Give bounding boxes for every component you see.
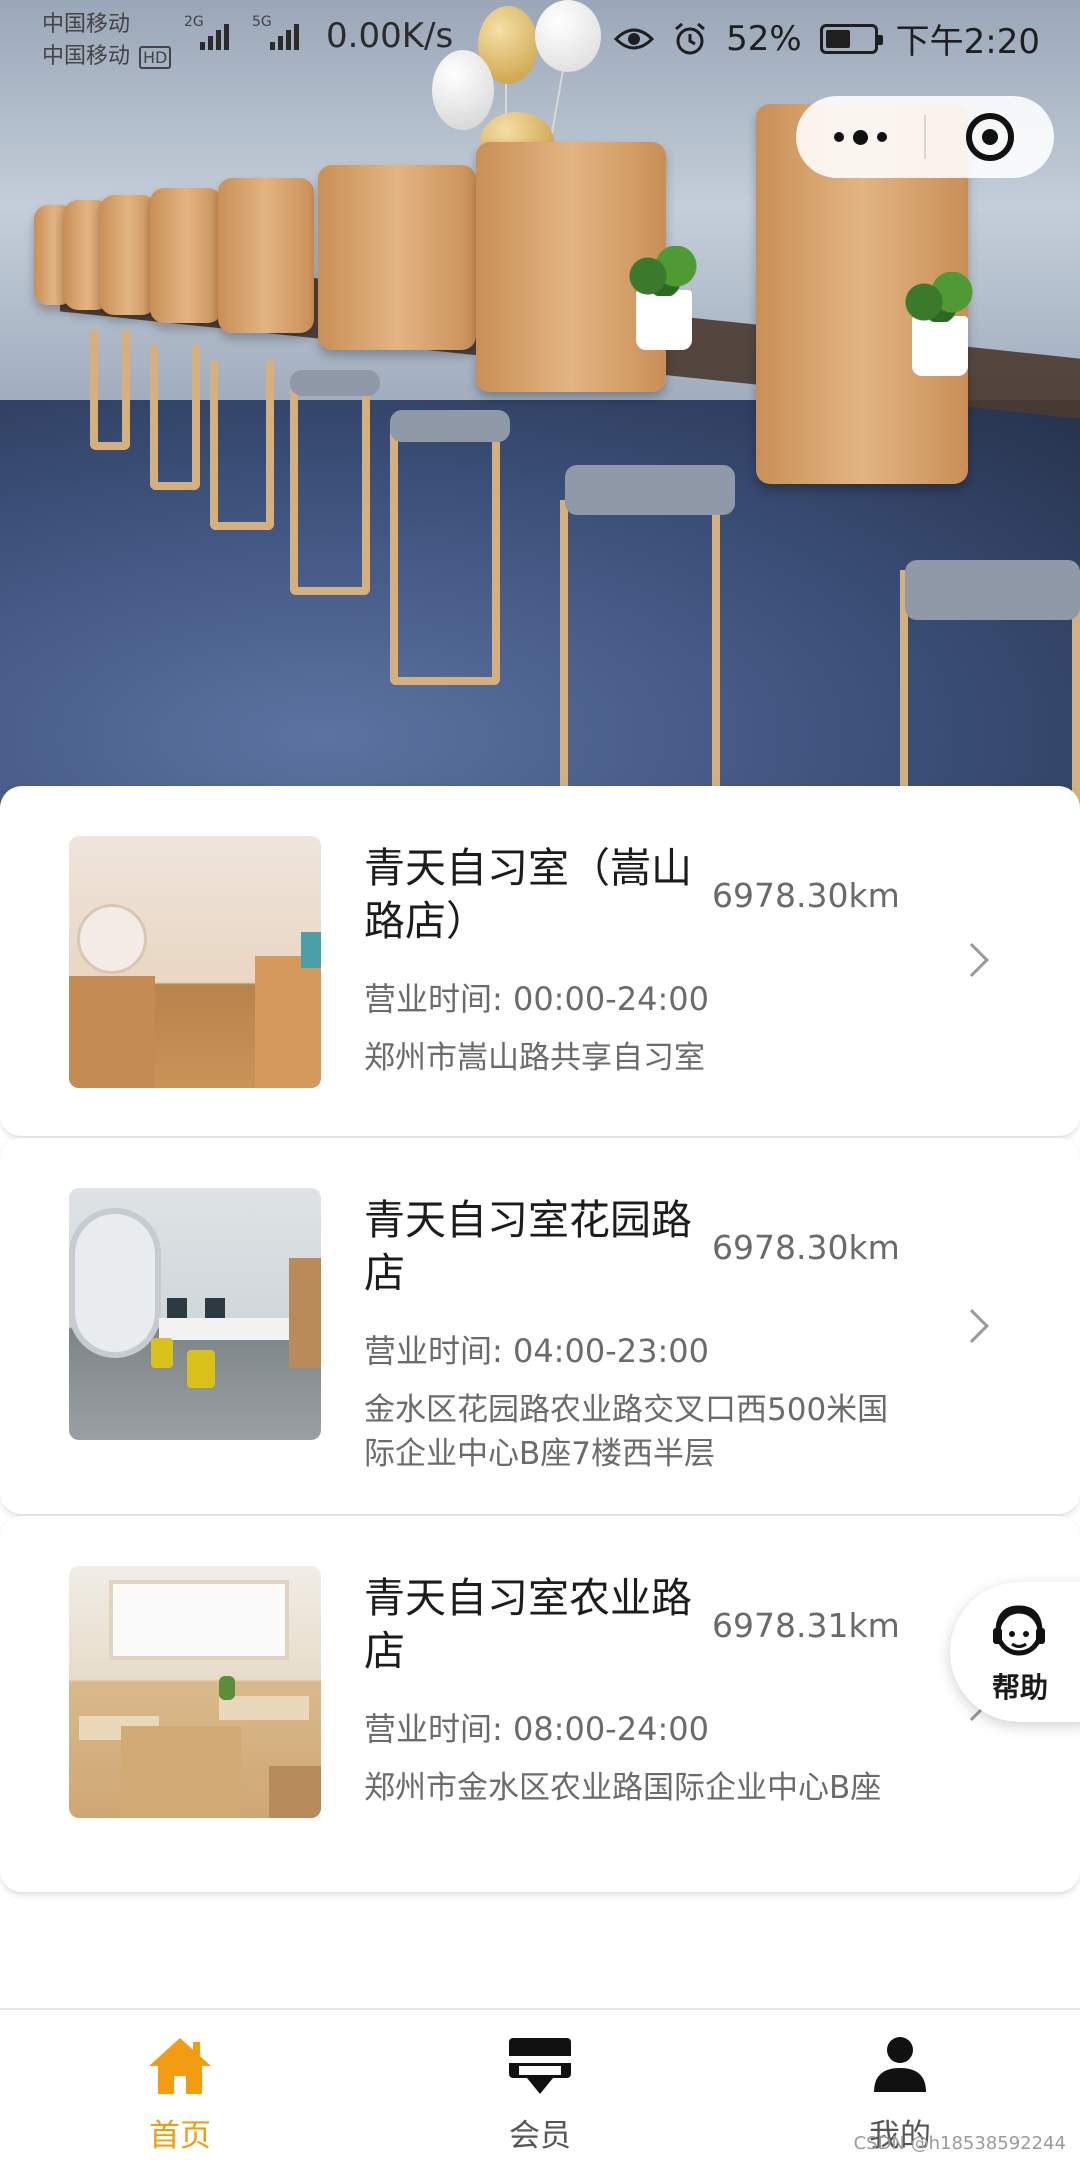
store-hours: 营业时间: 08:00-24:00 (364, 1710, 709, 1748)
store-card[interactable]: 青天自习室花园路店 6978.30km 营业时间: 04:00-23:00 金水… (0, 1138, 1080, 1516)
battery-icon (819, 23, 883, 54)
store-distance: 6978.30km (712, 876, 900, 915)
yellow-chair (151, 1338, 173, 1368)
chevron-right-icon (955, 943, 989, 977)
potted-plant (624, 246, 704, 350)
store-name: 青天自习室花园路店 (364, 1196, 692, 1297)
stool (210, 360, 274, 530)
battery-fill (825, 29, 850, 48)
help-label: 帮助 (991, 1671, 1048, 1704)
store-distance: 6978.31km (712, 1606, 900, 1645)
status-bar: 中国移动 中国移动 HD 2G 5G 0.00K/s 52% 下午2:20 (0, 0, 1080, 70)
stool (90, 330, 130, 450)
round-mirror (77, 904, 147, 974)
desk-divider (150, 188, 222, 323)
desk-divider (100, 195, 156, 315)
store-address: 郑州市金水区农业路国际企业中心B座 (364, 1770, 882, 1806)
round-window (69, 1208, 161, 1358)
monitor (205, 1298, 225, 1318)
store-name: 青天自习室农业路店 (364, 1574, 692, 1675)
help-button[interactable]: 帮助 (950, 1582, 1080, 1722)
clock-time: 下午2:20 (895, 22, 1040, 62)
dot (852, 129, 868, 145)
bookshelf (269, 1766, 321, 1818)
desk (159, 1318, 309, 1340)
teal-panel (301, 932, 321, 968)
potted-plant (900, 272, 980, 376)
stool-seat (390, 410, 510, 442)
store-distance: 6978.30km (712, 1228, 900, 1267)
close-dot (982, 129, 998, 145)
yellow-chair (187, 1350, 215, 1388)
status-right: 52% 下午2:20 (614, 14, 1040, 63)
battery-percent: 52% (726, 18, 802, 59)
tab-home[interactable]: 首页 (0, 2010, 360, 2160)
store-address: 金水区花园路农业路交叉口西500米国际企业中心B座7楼西半层 (364, 1392, 889, 1472)
counter (255, 956, 321, 1088)
chevron-right-icon (955, 1309, 989, 1343)
eye-icon (614, 28, 655, 49)
bookshelf (289, 1258, 321, 1368)
store-thumbnail (69, 1566, 321, 1818)
stool-seat (905, 560, 1080, 620)
carrier-2: 中国移动 HD (42, 38, 172, 70)
signal-1-icon (200, 20, 229, 50)
stool (150, 345, 200, 490)
member-card-icon (509, 2038, 571, 2094)
dot (876, 132, 887, 142)
monitor (167, 1298, 187, 1318)
signal-2-icon (270, 20, 299, 50)
home-icon (149, 2038, 211, 2094)
stool-seat (565, 465, 735, 515)
headset-icon (993, 1605, 1045, 1656)
store-name: 青天自习室（嵩山路店） (364, 844, 692, 945)
network-speed: 0.00K/s (326, 16, 454, 56)
locker-cabinet (69, 976, 155, 1088)
hd-badge: HD (139, 46, 172, 69)
store-address: 郑州市嵩山路共享自习室 (364, 1040, 705, 1076)
shelf-desk (121, 1726, 241, 1818)
store-thumbnail (69, 836, 321, 1088)
desk (219, 1696, 309, 1720)
mini-program-capsule (796, 96, 1054, 178)
net-type-2: 5G (252, 14, 272, 30)
tab-home-label: 首页 (149, 2118, 211, 2154)
stool (390, 425, 500, 685)
store-card[interactable]: 青天自习室农业路店 6978.31km 营业时间: 08:00-24:00 郑州… (0, 1516, 1080, 1894)
more-dots-icon[interactable] (796, 96, 924, 178)
stool (290, 385, 370, 595)
tab-member-label: 会员 (509, 2118, 571, 2154)
user-icon (874, 2037, 926, 2092)
carrier-1: 中国移动 (42, 12, 131, 37)
dot (833, 132, 844, 142)
carrier-2-name: 中国移动 (42, 44, 131, 69)
store-thumbnail (69, 1188, 321, 1440)
close-ring (966, 113, 1014, 161)
net-type-1: 2G (184, 14, 204, 30)
window (109, 1580, 289, 1660)
target-close-icon[interactable] (926, 96, 1054, 178)
desk-divider (218, 178, 314, 333)
stool-seat (290, 370, 380, 396)
store-hours: 营业时间: 04:00-23:00 (364, 1332, 709, 1370)
alarm-icon (675, 22, 706, 54)
small-plant (219, 1676, 235, 1700)
desk-divider (318, 165, 476, 350)
store-hours: 营业时间: 00:00-24:00 (364, 980, 709, 1018)
tab-member[interactable]: 会员 (360, 2010, 720, 2160)
stool (560, 500, 720, 820)
store-card[interactable]: 青天自习室（嵩山路店） 6978.30km 营业时间: 00:00-24:00 … (0, 786, 1080, 1138)
watermark: CSDN @h18538592244 (853, 2133, 1066, 2154)
store-list: 青天自习室（嵩山路店） 6978.30km 营业时间: 00:00-24:00 … (0, 786, 1080, 1894)
